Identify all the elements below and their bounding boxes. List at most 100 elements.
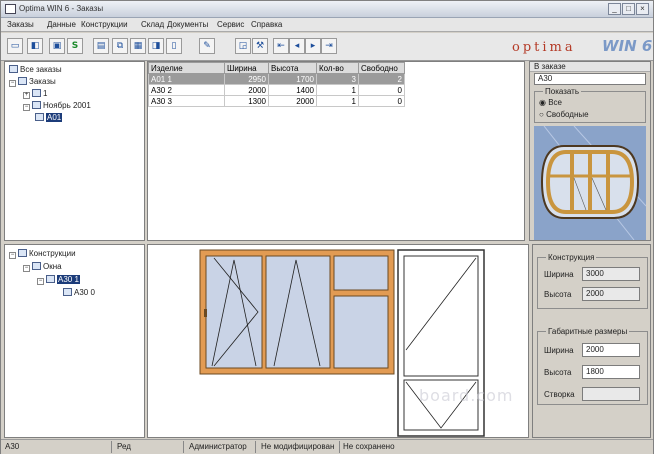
table-row[interactable]: А30 2 2000 1400 1 0 xyxy=(148,84,405,96)
menu-constructions[interactable]: Конструкции xyxy=(81,20,128,29)
status-mode: Ред xyxy=(117,442,131,451)
column-header[interactable]: Изделие xyxy=(148,62,225,74)
construction-canvas[interactable] xyxy=(147,244,529,438)
tree-item-month[interactable]: − Ноябрь 2001 xyxy=(23,101,91,111)
edit-icon[interactable]: ✎ xyxy=(199,38,215,54)
tree-item-order-a01[interactable]: А01 xyxy=(35,113,63,122)
cell-height: 2000 xyxy=(268,95,317,107)
tools-icon[interactable]: ⚒ xyxy=(252,38,268,54)
radio-free-label: Свободные xyxy=(546,110,589,119)
order-table: Изделие Ширина Высота Кол-во Свободно А0… xyxy=(148,62,405,107)
nav-last-icon[interactable]: ⇥ xyxy=(321,38,337,54)
cut-icon[interactable]: ◨ xyxy=(148,38,164,54)
collapse-icon[interactable]: − xyxy=(23,104,30,111)
construction-group: Конструкция Ширина 3000 Высота 2000 xyxy=(537,253,648,309)
menu-data[interactable]: Данные xyxy=(47,20,76,29)
orders-tree: Все заказы − Заказы +1 − Ноябрь 2001 А01 xyxy=(4,61,145,241)
menu-documents[interactable]: Документы xyxy=(167,20,208,29)
menu-orders[interactable]: Заказы xyxy=(7,20,34,29)
table-row[interactable]: А01 1 2950 1700 3 2 xyxy=(148,73,405,85)
column-header[interactable]: Высота xyxy=(268,62,317,74)
cell-free: 0 xyxy=(358,84,405,96)
s-button[interactable]: S xyxy=(67,38,83,54)
collapse-icon[interactable]: − xyxy=(37,278,44,285)
tree-item-a30-1[interactable]: − А30 1 xyxy=(37,275,80,285)
cell-name: А01 1 xyxy=(148,73,225,85)
nav-first-icon[interactable]: ⇤ xyxy=(273,38,289,54)
filter-group: Показать ◉ Все ○ Свободные xyxy=(534,87,646,123)
sash-label: Створка xyxy=(544,390,575,399)
window-icon xyxy=(63,288,72,296)
radio-all[interactable]: ◉ Все xyxy=(539,98,562,107)
cell-width: 1300 xyxy=(224,95,269,107)
sash-field[interactable] xyxy=(582,387,640,401)
tree-item-a30-0[interactable]: А30 0 xyxy=(63,288,95,297)
tree-item-windows[interactable]: − Окна xyxy=(23,262,62,272)
new-icon[interactable]: ▭ xyxy=(7,38,23,54)
arched-window-preview xyxy=(534,126,646,240)
order-select[interactable]: А30 xyxy=(534,73,646,85)
report-icon[interactable]: ▯ xyxy=(166,38,182,54)
collapse-icon[interactable]: − xyxy=(9,252,16,259)
title-bar: Optima WIN 6 - Заказы _ □ × xyxy=(1,1,653,18)
folder-icon xyxy=(32,89,41,97)
nav-next-icon[interactable]: ▸ xyxy=(305,38,321,54)
column-header[interactable]: Ширина xyxy=(224,62,269,74)
cell-name: А30 3 xyxy=(148,95,225,107)
cell-width: 2950 xyxy=(224,73,269,85)
folder-icon xyxy=(18,249,27,257)
menu-warehouse[interactable]: Склад xyxy=(141,20,164,29)
panel-header: В заказе xyxy=(534,62,566,71)
table-header: Изделие Ширина Высота Кол-во Свободно xyxy=(148,62,405,74)
nav-prev-icon[interactable]: ◂ xyxy=(289,38,305,54)
expand-icon[interactable]: + xyxy=(23,92,30,99)
app-icon xyxy=(5,4,16,14)
paste-icon[interactable]: ▦ xyxy=(130,38,146,54)
menu-help[interactable]: Справка xyxy=(251,20,282,29)
close-button[interactable]: × xyxy=(636,3,649,15)
size-height-field[interactable]: 1800 xyxy=(582,365,640,379)
tree-item-constructions[interactable]: − Конструкции xyxy=(9,249,76,259)
window-drawing xyxy=(199,249,485,437)
folder-icon xyxy=(32,101,41,109)
minimize-button[interactable]: _ xyxy=(608,3,621,15)
construction-width-field[interactable]: 3000 xyxy=(582,267,640,281)
cell-qty: 3 xyxy=(316,73,359,85)
tree-item-all-orders[interactable]: Все заказы xyxy=(9,65,62,74)
column-header[interactable]: Кол-во xyxy=(316,62,359,74)
construction-tree: − Конструкции − Окна − А30 1 А30 0 xyxy=(4,244,145,438)
table-row[interactable]: А30 3 1300 2000 1 0 xyxy=(148,95,405,107)
sizes-caption: Габаритные размеры xyxy=(546,327,630,336)
column-header[interactable]: Свободно xyxy=(358,62,405,74)
cell-qty: 1 xyxy=(316,95,359,107)
collapse-icon[interactable]: − xyxy=(23,265,30,272)
order-filter-panel: В заказе А30 Показать ◉ Все ○ Свободные xyxy=(529,61,651,241)
menu-service[interactable]: Сервис xyxy=(217,20,244,29)
save-icon[interactable]: ▣ xyxy=(49,38,65,54)
cell-height: 1700 xyxy=(268,73,317,85)
brand-version: WIN 6 xyxy=(602,37,653,55)
app-window: Optima WIN 6 - Заказы _ □ × Заказы Данны… xyxy=(0,0,654,454)
cell-free: 0 xyxy=(358,95,405,107)
cell-name: А30 2 xyxy=(148,84,225,96)
height-label: Высота xyxy=(544,290,572,299)
tree-item-orders[interactable]: − Заказы xyxy=(9,77,56,87)
brand-logo: optima WIN 6 xyxy=(506,34,653,60)
status-modified: Не модифицирован xyxy=(261,442,335,451)
copy-icon[interactable]: ⧉ xyxy=(112,38,128,54)
construction-height-field[interactable]: 2000 xyxy=(582,287,640,301)
collapse-icon[interactable]: − xyxy=(9,80,16,87)
cell-width: 2000 xyxy=(224,84,269,96)
maximize-button[interactable]: □ xyxy=(622,3,635,15)
cell-free: 2 xyxy=(358,73,405,85)
cell-height: 1400 xyxy=(268,84,317,96)
open-icon[interactable]: ◧ xyxy=(27,38,43,54)
move-icon[interactable]: ◲ xyxy=(235,38,251,54)
print-icon[interactable]: ▤ xyxy=(93,38,109,54)
size-width-field[interactable]: 2000 xyxy=(582,343,640,357)
menu-bar: Заказы Данные Конструкции Склад Документ… xyxy=(1,18,653,32)
status-bar: А30 Ред Администратор Не модифицирован Н… xyxy=(1,439,653,454)
radio-free[interactable]: ○ Свободные xyxy=(539,110,589,119)
tree-item-1[interactable]: +1 xyxy=(23,89,47,99)
watermark: board.com xyxy=(419,386,514,405)
